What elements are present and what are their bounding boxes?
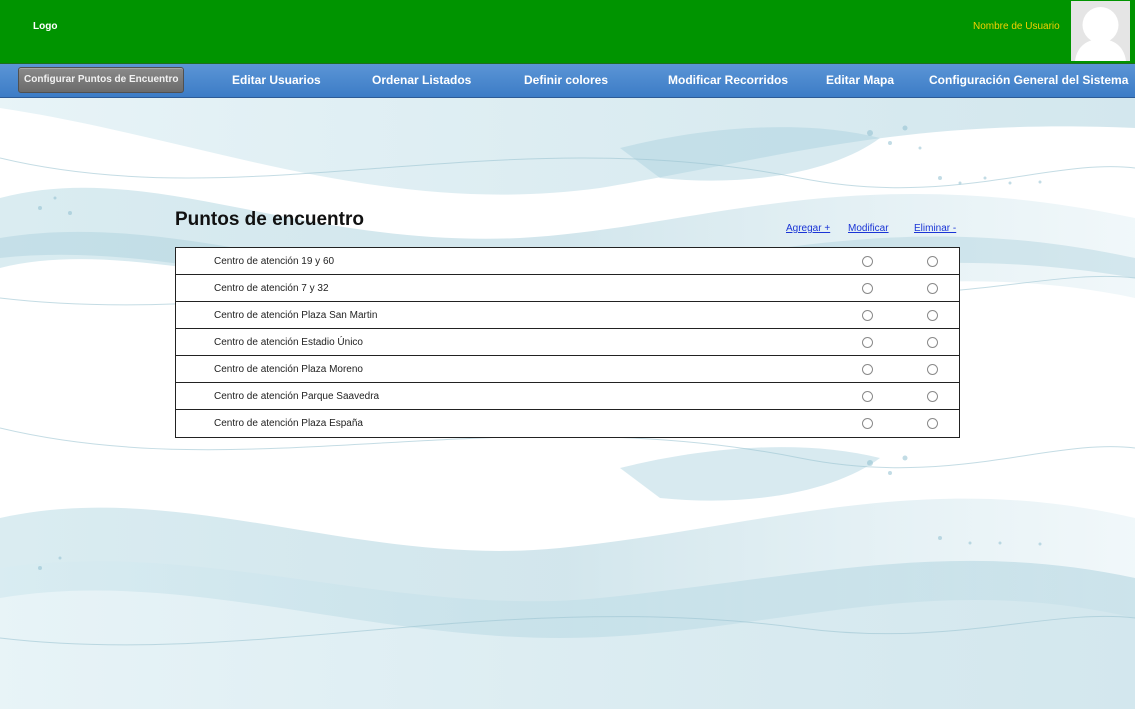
modify-radio[interactable]	[862, 364, 873, 375]
modify-link[interactable]: Modificar	[848, 223, 889, 234]
delete-radio[interactable]	[927, 391, 938, 402]
delete-radio[interactable]	[927, 310, 938, 321]
nav-item-configuracion-general[interactable]: Configuración General del Sistema	[929, 64, 1128, 97]
row-label: Centro de atención 19 y 60	[214, 256, 335, 267]
table-row: Centro de atención Plaza San Martin	[176, 302, 959, 329]
delete-radio[interactable]	[927, 337, 938, 348]
username-label[interactable]: Nombre de Usuario	[973, 21, 1060, 32]
page: Logo Nombre de Usuario Configurar Puntos…	[0, 0, 1135, 709]
table-row: Centro de atención 7 y 32	[176, 275, 959, 302]
page-title: Puntos de encuentro	[175, 209, 364, 230]
table-row: Centro de atención Plaza Moreno	[176, 356, 959, 383]
meeting-points-table: Centro de atención 19 y 60 Centro de ate…	[175, 247, 960, 438]
modify-radio[interactable]	[862, 283, 873, 294]
delete-link[interactable]: Eliminar -	[914, 223, 956, 234]
table-row: Centro de atención Estadio Único	[176, 329, 959, 356]
add-link[interactable]: Agregar +	[786, 223, 830, 234]
logo[interactable]: Logo	[33, 21, 57, 32]
row-label: Centro de atención Estadio Único	[214, 337, 363, 348]
row-label: Centro de atención Plaza Moreno	[214, 364, 363, 375]
nav-item-modificar-recorridos[interactable]: Modificar Recorridos	[668, 64, 788, 97]
modify-radio[interactable]	[862, 256, 873, 267]
delete-radio[interactable]	[927, 364, 938, 375]
modify-radio[interactable]	[862, 418, 873, 429]
row-label: Centro de atención Parque Saavedra	[214, 391, 380, 402]
user-avatar-icon[interactable]	[1071, 1, 1130, 61]
nav-item-definir-colores[interactable]: Definir colores	[524, 64, 608, 97]
delete-radio[interactable]	[927, 256, 938, 267]
delete-radio[interactable]	[927, 418, 938, 429]
nav-item-ordenar-listados[interactable]: Ordenar Listados	[372, 64, 471, 97]
row-label: Centro de atención 7 y 32	[214, 283, 329, 294]
modify-radio[interactable]	[862, 337, 873, 348]
modify-radio[interactable]	[862, 310, 873, 321]
table-row: Centro de atención Plaza España	[176, 410, 959, 437]
nav-item-editar-usuarios[interactable]: Editar Usuarios	[232, 64, 321, 97]
main-navbar: Configurar Puntos de Encuentro Editar Us…	[0, 64, 1135, 98]
table-row: Centro de atención 19 y 60	[176, 248, 959, 275]
nav-item-editar-mapa[interactable]: Editar Mapa	[826, 64, 894, 97]
top-header: Logo Nombre de Usuario	[0, 0, 1135, 64]
modify-radio[interactable]	[862, 391, 873, 402]
row-label: Centro de atención Plaza San Martin	[214, 310, 378, 321]
nav-item-configurar-puntos[interactable]: Configurar Puntos de Encuentro	[18, 67, 185, 93]
delete-radio[interactable]	[927, 283, 938, 294]
row-label: Centro de atención Plaza España	[214, 418, 363, 429]
table-row: Centro de atención Parque Saavedra	[176, 383, 959, 410]
